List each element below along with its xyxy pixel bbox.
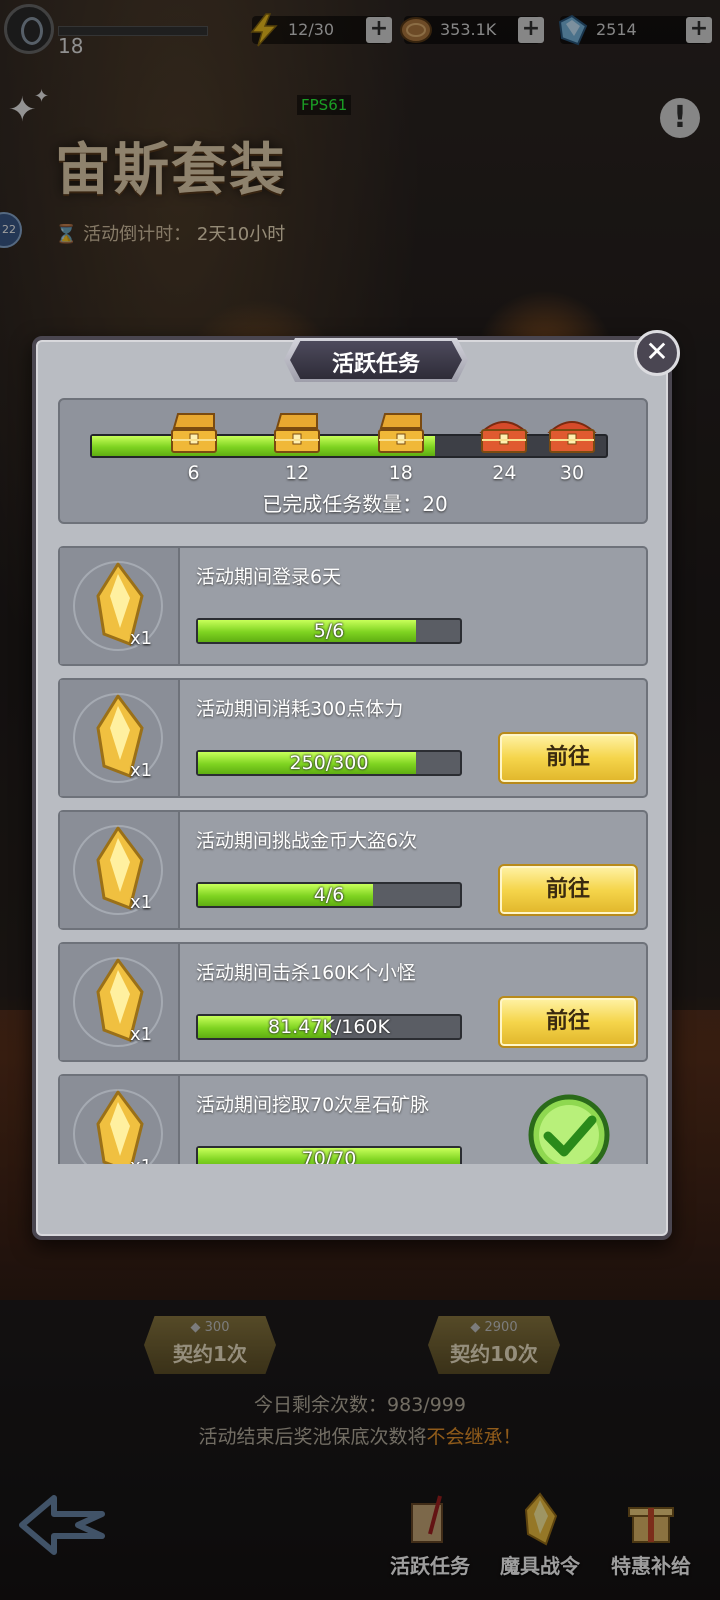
task-progress-text: 81.47K/160K [268, 1016, 390, 1038]
task-row: x1 活动期间登录6天 5/6 [58, 546, 648, 666]
golden-crystal-icon [73, 957, 163, 1047]
go-button[interactable]: 前往 [498, 996, 638, 1048]
treasure-chest-icon[interactable] [375, 412, 427, 456]
reward-count: x1 [130, 760, 153, 781]
task-name: 活动期间挑战金币大盗6次 [196, 830, 418, 852]
golden-crystal-icon [73, 1089, 163, 1164]
milestone-number: 30 [559, 462, 585, 484]
reward-count: x1 [130, 892, 153, 913]
reward-count: x1 [130, 628, 153, 649]
treasure-chest-icon[interactable] [168, 412, 220, 456]
task-name: 活动期间击杀160K个小怪 [196, 962, 416, 984]
task-name: 活动期间挖取70次星石矿脉 [196, 1094, 430, 1116]
task-progress-bar: 4/6 [196, 882, 462, 908]
reward-slot[interactable]: x1 [60, 812, 180, 928]
active-tasks-modal: 活跃任务 6 12 18 24 30 已完成任务数量：20 x1 活动期间登录6天 5/6 x… [32, 336, 672, 1240]
milestone-progress-panel: 6 12 18 24 30 已完成任务数量：20 [58, 398, 648, 524]
task-progress-text: 4/6 [313, 884, 345, 906]
completed-count-label: 已完成任务数量：20 [262, 492, 448, 516]
checkmark-icon [528, 1094, 610, 1164]
go-button[interactable]: 前往 [498, 732, 638, 784]
reward-count: x1 [130, 1156, 152, 1164]
reward-slot[interactable]: x1 [60, 680, 180, 796]
treasure-chest-icon[interactable] [478, 412, 530, 456]
task-progress-text: 5/6 [313, 620, 345, 642]
task-progress-text: 70/70 [301, 1148, 357, 1164]
reward-count: x1 [130, 1024, 153, 1045]
task-name: 活动期间登录6天 [196, 566, 342, 588]
task-progress-bar: 70/70 [196, 1146, 462, 1164]
treasure-chest-icon[interactable] [546, 412, 598, 456]
task-row: x1 活动期间挑战金币大盗6次 4/6 前往 [58, 810, 648, 930]
milestone-number: 6 [187, 462, 200, 484]
milestone-number: 24 [492, 462, 517, 484]
reward-slot[interactable]: x1 [60, 548, 180, 664]
golden-crystal-icon [73, 825, 163, 915]
modal-title: 活跃任务 [331, 352, 420, 377]
treasure-chest-icon[interactable] [271, 412, 323, 456]
task-progress-text: 250/300 [289, 752, 369, 774]
golden-crystal-icon [73, 693, 163, 783]
milestone-number: 12 [285, 462, 310, 484]
task-progress-bar: 81.47K/160K [196, 1014, 462, 1040]
task-progress-bar: 250/300 [196, 750, 462, 776]
task-list[interactable]: x1 活动期间登录6天 5/6 x1 活动期间消耗300点体力 250/300 前往 x1 活动… [58, 546, 648, 1164]
reward-slot[interactable]: x1 [60, 944, 180, 1060]
task-name: 活动期间消耗300点体力 [196, 698, 404, 720]
task-progress-bar: 5/6 [196, 618, 462, 644]
close-button[interactable]: ✕ [634, 330, 680, 376]
task-row: x1 活动期间消耗300点体力 250/300 前往 [58, 678, 648, 798]
go-button[interactable]: 前往 [498, 864, 638, 916]
close-icon: ✕ [645, 335, 669, 368]
golden-crystal-icon [73, 561, 163, 651]
task-row: x1 活动期间挖取70次星石矿脉 70/70 [58, 1074, 648, 1164]
task-row: x1 活动期间击杀160K个小怪 81.47K/160K 前往 [58, 942, 648, 1062]
milestone-number: 18 [388, 462, 413, 484]
reward-slot[interactable]: x1 [60, 1076, 180, 1164]
